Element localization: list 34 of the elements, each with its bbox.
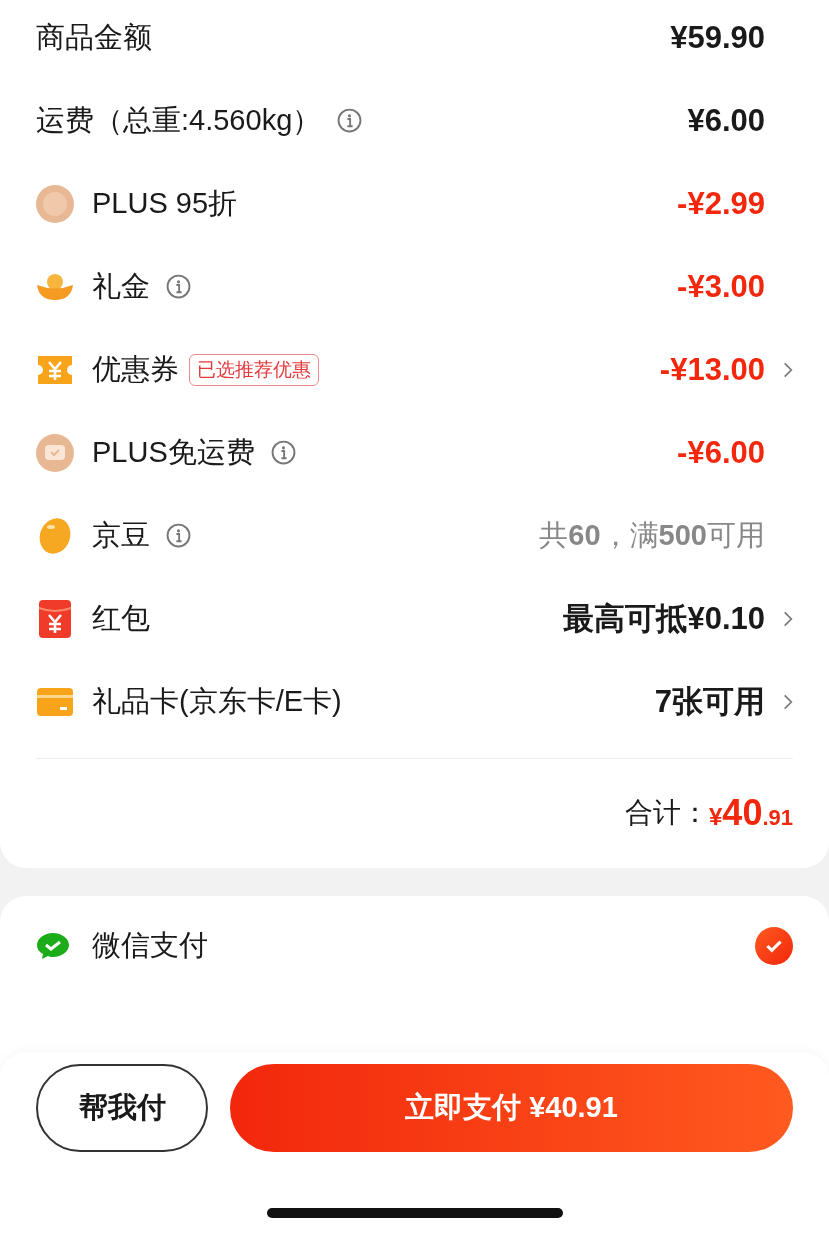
chevron-icon[interactable] — [783, 360, 793, 379]
coupon-tag: 已选推荐优惠 — [189, 353, 319, 386]
badge-icon — [36, 184, 74, 223]
radio-button[interactable] — [755, 927, 793, 965]
info-icon[interactable] — [337, 108, 363, 133]
row-value: ¥6.00 — [687, 102, 765, 139]
envelope-icon — [36, 599, 74, 638]
row-label: 运费（总重:4.560kg） — [36, 102, 322, 138]
row-value: -¥6.00 — [677, 434, 765, 471]
row-label: 礼品卡(京东卡/E卡) — [92, 683, 342, 719]
row-label: 优惠券 — [92, 351, 179, 387]
total-amount: ¥40.91 — [709, 792, 793, 834]
row-value: -¥3.00 — [677, 268, 765, 305]
row-value: 共60，满500可用 — [539, 517, 765, 553]
info-icon[interactable] — [270, 440, 296, 465]
row-label: 京豆 — [92, 517, 150, 553]
info-icon[interactable] — [166, 274, 191, 299]
row-label: 红包 — [92, 600, 150, 636]
chat-bubble-icon — [36, 931, 70, 961]
pay-for-me-button[interactable]: 帮我付 — [36, 1064, 208, 1152]
pay-now-button[interactable]: 立即支付 ¥40.91 — [230, 1064, 793, 1152]
chevron-icon[interactable] — [783, 609, 793, 628]
row-value: -¥2.99 — [677, 185, 765, 222]
row-label: PLUS免运费 — [92, 434, 255, 470]
row-value: ¥59.90 — [670, 19, 765, 56]
row-value: 7张可用 — [654, 682, 765, 721]
row-label: 礼金 — [92, 268, 150, 304]
total-label: 合计： — [625, 796, 709, 830]
payment-name: 微信支付 — [92, 928, 208, 963]
row-value: -¥13.00 — [659, 351, 765, 388]
row-label: 商品金额 — [36, 19, 152, 55]
row-value: 最高可抵¥0.10 — [563, 599, 765, 638]
row-label: PLUS 95折 — [92, 185, 238, 221]
chevron-icon[interactable] — [783, 692, 793, 711]
